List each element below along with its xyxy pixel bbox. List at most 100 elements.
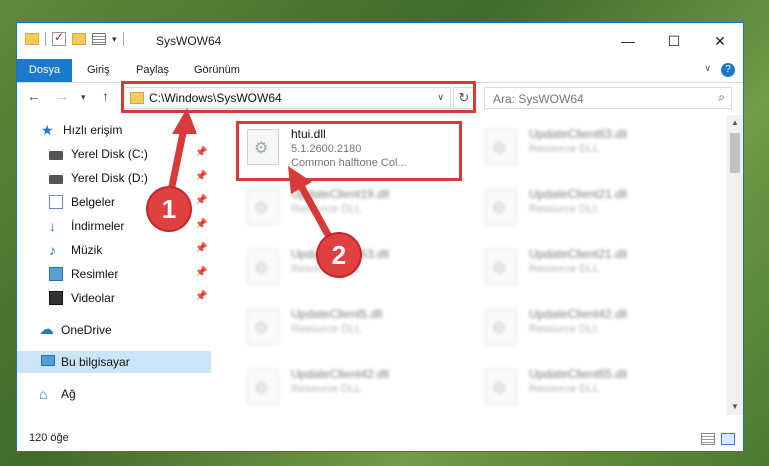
nav-item-label: Yerel Disk (D:) bbox=[71, 171, 148, 185]
file-tile[interactable]: UpdateClient65.dll Resource DLL bbox=[477, 361, 707, 413]
file-tile[interactable]: UpdateClient63.dll Resource DLL bbox=[477, 121, 707, 173]
close-button[interactable]: ✕ bbox=[697, 23, 743, 59]
file-name: UpdateClient63.dll bbox=[529, 127, 628, 141]
tab-home[interactable]: Giriş bbox=[75, 59, 122, 82]
expand-ribbon-chevron-icon[interactable]: ∨ bbox=[704, 63, 711, 74]
nav-item-network[interactable]: ⌂ Ağ bbox=[17, 383, 211, 405]
nav-item-videos[interactable]: Videolar 📌 bbox=[17, 287, 211, 309]
nav-item-drive-c[interactable]: Yerel Disk (C:) 📌 bbox=[17, 143, 211, 165]
pin-icon[interactable]: 📌 bbox=[195, 219, 207, 230]
file-name: UpdateClient19.dll bbox=[291, 187, 390, 201]
nav-item-music[interactable]: ♪ Müzik 📌 bbox=[17, 239, 211, 261]
forward-arrow-icon[interactable]: → bbox=[55, 88, 69, 104]
nav-item-label: Yerel Disk (C:) bbox=[71, 147, 148, 161]
nav-item-drive-d[interactable]: Yerel Disk (D:) 📌 bbox=[17, 167, 211, 189]
customize-toolbar-chevron-icon[interactable]: ▾ bbox=[112, 34, 117, 45]
tab-view[interactable]: Görünüm bbox=[182, 59, 252, 82]
search-box[interactable]: ⌕ bbox=[484, 87, 732, 109]
file-name: UpdateClient42.dll bbox=[291, 367, 390, 381]
pictures-icon bbox=[49, 267, 63, 281]
file-highlight-box bbox=[236, 121, 462, 181]
onedrive-icon: ☁ bbox=[39, 321, 54, 338]
recent-locations-chevron-icon[interactable]: ▾ bbox=[81, 92, 86, 103]
back-arrow-icon[interactable]: ← bbox=[27, 88, 41, 104]
file-tile[interactable]: UpdateClient21.dll Resource DLL bbox=[477, 241, 707, 293]
download-icon: ↓ bbox=[49, 218, 56, 234]
search-input[interactable] bbox=[491, 90, 695, 108]
tab-share[interactable]: Paylaş bbox=[124, 59, 181, 82]
pin-icon[interactable]: 📌 bbox=[195, 171, 207, 182]
nav-item-label: Bu bilgisayar bbox=[61, 355, 130, 369]
item-count: 120 öğe bbox=[29, 432, 69, 444]
nav-item-label: Müzik bbox=[71, 243, 103, 257]
up-arrow-icon[interactable]: ↑ bbox=[102, 88, 109, 104]
help-icon[interactable]: ? bbox=[721, 63, 735, 77]
file-description: Resource DLL bbox=[529, 383, 600, 395]
music-icon: ♪ bbox=[49, 242, 56, 258]
network-icon: ⌂ bbox=[39, 386, 48, 402]
pin-icon[interactable]: 📌 bbox=[195, 291, 207, 302]
dll-file-icon bbox=[485, 129, 517, 165]
file-tile[interactable]: UpdateClient42.dll Resource DLL bbox=[477, 301, 707, 353]
file-tile[interactable]: UpdateClient5.dll Resource DLL bbox=[239, 301, 469, 353]
file-tile[interactable]: UpdateClient42.dll Resource DLL bbox=[239, 361, 469, 413]
pin-icon[interactable]: 📌 bbox=[195, 195, 207, 206]
file-name: UpdateClient21.dll bbox=[529, 247, 628, 261]
step-1-badge: 1 bbox=[148, 188, 190, 230]
nav-item-label: Hızlı erişim bbox=[63, 123, 123, 137]
properties-icon[interactable] bbox=[92, 33, 106, 45]
minimize-button[interactable]: — bbox=[605, 23, 651, 59]
pin-icon[interactable]: 📌 bbox=[195, 243, 207, 254]
nav-item-label: Belgeler bbox=[71, 195, 116, 209]
nav-item-onedrive[interactable]: ☁ OneDrive bbox=[17, 319, 211, 341]
nav-item-pictures[interactable]: Resimler 📌 bbox=[17, 263, 211, 285]
nav-item-label: Videolar bbox=[71, 291, 115, 305]
nav-item-this-pc[interactable]: Bu bilgisayar bbox=[17, 351, 211, 373]
maximize-button[interactable]: ☐ bbox=[651, 23, 697, 59]
nav-item-label: Resimler bbox=[71, 267, 119, 281]
folder-icon bbox=[25, 33, 39, 45]
quick-access-toolbar: ▾ bbox=[25, 30, 124, 46]
properties-check-icon[interactable] bbox=[52, 30, 66, 46]
pin-icon[interactable]: 📌 bbox=[195, 147, 207, 158]
file-name: UpdateClient65.dll bbox=[529, 367, 628, 381]
videos-icon bbox=[49, 291, 63, 305]
new-folder-icon[interactable] bbox=[72, 33, 86, 45]
details-view-icon[interactable] bbox=[701, 433, 715, 445]
file-description: Resource DLL bbox=[291, 203, 362, 215]
scroll-up-icon[interactable]: ▲ bbox=[727, 115, 743, 131]
file-description: Resource DLL bbox=[529, 263, 600, 275]
nav-item-label: İndirmeler bbox=[71, 219, 125, 233]
file-tile[interactable]: UpdateClient21.dll Resource DLL bbox=[477, 181, 707, 233]
vertical-scrollbar[interactable]: ▲ ▼ bbox=[727, 115, 743, 415]
toolbar-divider bbox=[122, 32, 124, 46]
pin-icon[interactable]: 📌 bbox=[195, 267, 207, 278]
scroll-down-icon[interactable]: ▼ bbox=[727, 399, 743, 415]
computer-icon bbox=[41, 355, 55, 366]
search-icon[interactable]: ⌕ bbox=[718, 90, 725, 105]
file-description: Resource DLL bbox=[529, 143, 600, 155]
drive-icon bbox=[49, 175, 63, 184]
file-description: Resource DLL bbox=[529, 203, 600, 215]
scrollbar-thumb[interactable] bbox=[730, 133, 740, 173]
file-tile[interactable]: UpdateClient19.dll Resource DLL bbox=[239, 181, 469, 233]
file-name: UpdateClient42.dll bbox=[529, 307, 628, 321]
navigation-pane: ★ Hızlı erişim Yerel Disk (C:) 📌 Yerel D… bbox=[17, 115, 211, 415]
ribbon-tabs: Dosya Giriş Paylaş Görünüm ∨ ? bbox=[17, 59, 743, 83]
nav-item-label: OneDrive bbox=[61, 323, 112, 337]
dll-file-icon bbox=[485, 309, 517, 345]
file-description: Resource DLL bbox=[291, 323, 362, 335]
dll-file-icon bbox=[247, 309, 279, 345]
large-icons-view-icon[interactable] bbox=[721, 433, 735, 445]
star-icon: ★ bbox=[41, 122, 54, 138]
nav-item-quick-access[interactable]: ★ Hızlı erişim bbox=[17, 119, 211, 141]
file-name: UpdateClient5.dll bbox=[291, 307, 383, 321]
dll-file-icon bbox=[485, 249, 517, 285]
file-description: Resource DLL bbox=[529, 323, 600, 335]
nav-item-label: Ağ bbox=[61, 387, 76, 401]
tab-file[interactable]: Dosya bbox=[17, 59, 72, 82]
dll-file-icon bbox=[485, 369, 517, 405]
drive-icon bbox=[49, 151, 63, 160]
file-description: Resource DLL bbox=[291, 383, 362, 395]
title-bar: ▾ SysWOW64 — ☐ ✕ bbox=[17, 23, 743, 59]
